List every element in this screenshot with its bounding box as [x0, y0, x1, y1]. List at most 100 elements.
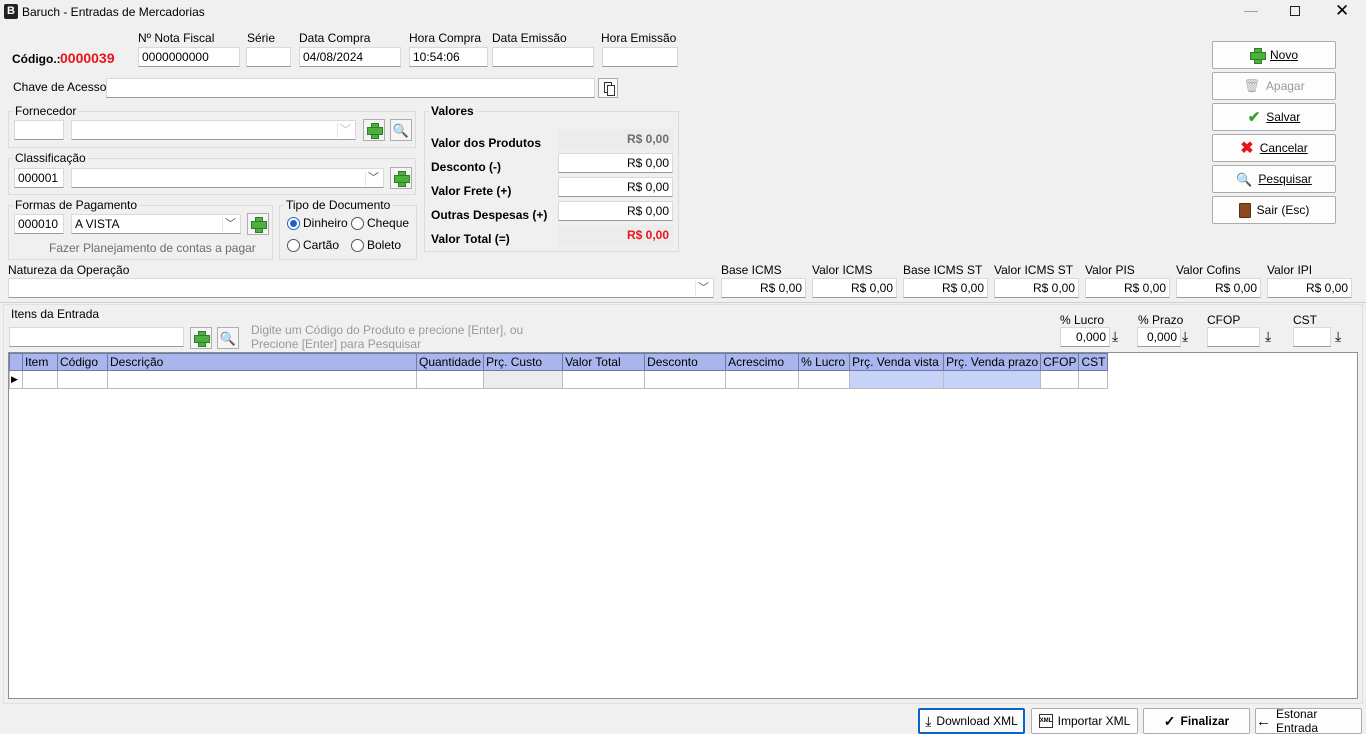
- radio-cartao[interactable]: Cartão: [287, 238, 339, 252]
- cell-cfop[interactable]: [1040, 370, 1080, 389]
- estornar-entrada-button[interactable]: ← Estonar Entrada: [1255, 707, 1362, 734]
- finalizar-button[interactable]: ✓ Finalizar: [1143, 708, 1250, 734]
- restore-icon[interactable]: [1290, 6, 1300, 16]
- cell-desconto[interactable]: [644, 370, 727, 389]
- cell-quantidade[interactable]: [415, 370, 485, 389]
- data-emissao-input[interactable]: [492, 47, 594, 67]
- cell-codigo[interactable]: [57, 370, 108, 389]
- valor-produtos-value: R$ 0,00: [558, 129, 673, 149]
- sair-button[interactable]: Sair (Esc): [1212, 196, 1336, 224]
- cell-item[interactable]: [22, 370, 58, 389]
- col-descricao[interactable]: Descrição: [107, 353, 417, 371]
- cell-prc-venda-prazo[interactable]: [943, 370, 1042, 389]
- fornecedor-code-input[interactable]: [14, 120, 64, 140]
- chevron-down-icon[interactable]: ﹀: [365, 171, 381, 186]
- table-row[interactable]: ▶: [9, 370, 1109, 389]
- frete-label: Valor Frete (+): [431, 184, 512, 198]
- cell-prc-venda-vista[interactable]: [849, 370, 945, 389]
- prazo-input[interactable]: 0,000: [1137, 327, 1181, 347]
- planejamento-link[interactable]: Fazer Planejamento de contas a pagar: [49, 241, 256, 255]
- search-fornecedor-button[interactable]: 🔍: [390, 119, 412, 141]
- col-acrescimo[interactable]: Acrescimo: [725, 353, 800, 371]
- hora-compra-input[interactable]: 10:54:06: [409, 47, 488, 67]
- cell-valor-total[interactable]: [562, 370, 646, 389]
- col-desconto[interactable]: Desconto: [644, 353, 727, 371]
- close-icon[interactable]: ✕: [1335, 1, 1349, 21]
- valor-total-label: Valor Total (=): [431, 232, 510, 246]
- download-arrow-icon[interactable]: ⤓: [1112, 328, 1118, 345]
- cell-descricao[interactable]: [107, 370, 417, 389]
- classificacao-select[interactable]: ﹀: [71, 168, 384, 188]
- natureza-select[interactable]: ﹀: [8, 278, 714, 298]
- cell-cst[interactable]: [1078, 370, 1109, 389]
- novo-button[interactable]: Novo: [1212, 41, 1336, 69]
- valor-pis-label: Valor PIS: [1085, 263, 1135, 277]
- check-badge-icon: ✓: [1163, 712, 1176, 729]
- valor-produtos-label: Valor dos Produtos: [431, 136, 542, 150]
- radio-cheque[interactable]: Cheque: [351, 216, 409, 230]
- importar-xml-button[interactable]: XML Importar XML: [1031, 708, 1138, 734]
- cell-acrescimo[interactable]: [725, 370, 800, 389]
- cell-lucro[interactable]: [798, 370, 851, 389]
- col-codigo[interactable]: Código: [57, 353, 108, 371]
- col-prc-venda-vista[interactable]: Prç. Venda vista: [849, 353, 945, 371]
- desconto-input[interactable]: R$ 0,00: [558, 153, 673, 173]
- download-arrow-icon[interactable]: ⤓: [1265, 328, 1271, 345]
- frete-input[interactable]: R$ 0,00: [558, 177, 673, 197]
- cfop-input[interactable]: [1207, 327, 1260, 347]
- valor-cofins-value: R$ 0,00: [1176, 278, 1261, 298]
- minimize-icon[interactable]: —: [1244, 2, 1258, 18]
- hora-emissao-input[interactable]: [602, 47, 678, 67]
- chevron-down-icon[interactable]: ﹀: [695, 281, 711, 296]
- cancelar-button[interactable]: ✖ Cancelar: [1212, 134, 1336, 162]
- arrow-left-icon: ←: [1256, 712, 1271, 730]
- col-quantidade[interactable]: Quantidade: [415, 353, 485, 371]
- radio-boleto[interactable]: Boleto: [351, 238, 401, 252]
- nota-fiscal-input[interactable]: 0000000000: [138, 47, 240, 67]
- items-grid[interactable]: Item Código Descrição Quantidade Prç. Cu…: [9, 353, 1109, 389]
- classificacao-code-input[interactable]: 000001: [14, 168, 64, 188]
- pagamento-code-input[interactable]: 000010: [14, 214, 64, 234]
- col-item[interactable]: Item: [22, 353, 58, 371]
- chevron-down-icon[interactable]: ﹀: [222, 217, 238, 232]
- download-xml-button[interactable]: ⤓ Download XML: [918, 708, 1025, 734]
- search-produto-button[interactable]: 🔍: [217, 327, 239, 349]
- col-prc-custo[interactable]: Prç. Custo: [483, 353, 564, 371]
- fornecedor-select[interactable]: ﹀: [71, 120, 356, 140]
- cell-prc-custo[interactable]: [483, 370, 564, 389]
- col-cst[interactable]: CST: [1078, 353, 1109, 371]
- cfop-label: CFOP: [1207, 313, 1241, 327]
- copy-icon[interactable]: [598, 78, 618, 98]
- download-arrow-icon[interactable]: ⤓: [1182, 328, 1188, 345]
- add-fornecedor-button[interactable]: [363, 119, 385, 141]
- chave-input[interactable]: [106, 78, 595, 98]
- data-compra-input[interactable]: 04/08/2024: [299, 47, 401, 67]
- pagamento-name: A VISTA: [75, 217, 120, 231]
- radio-dinheiro[interactable]: Dinheiro: [287, 216, 348, 230]
- pesquisar-button[interactable]: 🔍 Pesquisar: [1212, 165, 1336, 193]
- title-bar: B Baruch - Entradas de Mercadorias — ✕: [0, 0, 1366, 24]
- col-valor-total[interactable]: Valor Total: [562, 353, 646, 371]
- serie-input[interactable]: [246, 47, 291, 67]
- col-prc-venda-prazo[interactable]: Prç. Venda prazo: [943, 353, 1042, 371]
- apagar-button[interactable]: 🗑 Apagar: [1212, 72, 1336, 100]
- cst-label: CST: [1293, 313, 1317, 327]
- base-icms-st-value: R$ 0,00: [903, 278, 988, 298]
- chevron-down-icon[interactable]: ﹀: [337, 123, 353, 138]
- salvar-button[interactable]: ✔ Salvar: [1212, 103, 1336, 131]
- produto-code-input[interactable]: [9, 327, 184, 347]
- itens-label: Itens da Entrada: [11, 307, 100, 321]
- download-arrow-icon[interactable]: ⤓: [1335, 328, 1341, 345]
- add-pagamento-button[interactable]: [247, 213, 269, 235]
- pagamento-select[interactable]: A VISTA ﹀: [71, 214, 241, 234]
- col-lucro[interactable]: % Lucro: [798, 353, 851, 371]
- add-classificacao-button[interactable]: [390, 167, 412, 189]
- pagamento-label: Formas de Pagamento: [13, 198, 140, 212]
- col-cfop[interactable]: CFOP: [1040, 353, 1080, 371]
- cst-input[interactable]: [1293, 327, 1331, 347]
- outras-despesas-input[interactable]: R$ 0,00: [558, 201, 673, 221]
- items-grid-area[interactable]: [8, 352, 1358, 699]
- hora-compra-label: Hora Compra: [409, 31, 482, 45]
- lucro-input[interactable]: 0,000: [1060, 327, 1110, 347]
- add-produto-button[interactable]: [190, 327, 212, 349]
